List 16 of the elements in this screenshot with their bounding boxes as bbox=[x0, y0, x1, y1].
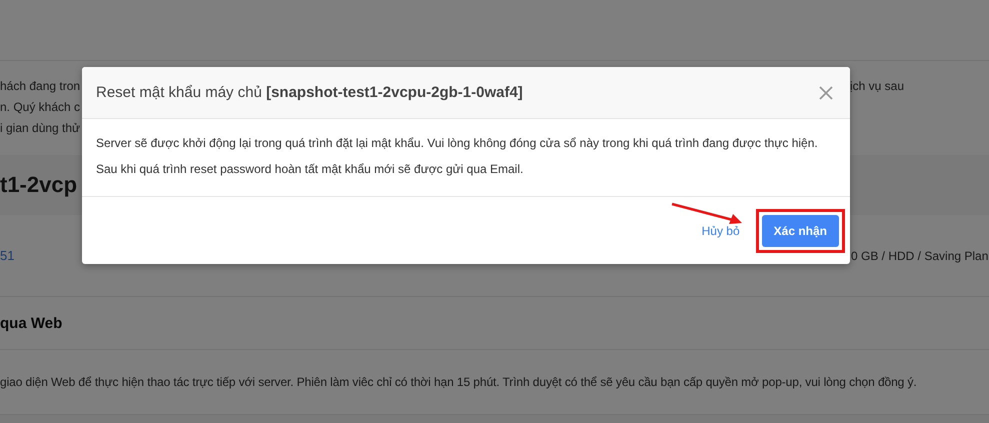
section-text: giao diện Web để thực hiện thao tác trực tiếp với server. Phiên làm viêc chỉ có thời hạn 15 phút. Trình duyệt có thể sẽ yêu cầu bạn cấp quyền mở pop-up, vui lòng chọn đồng ý. bbox=[0, 375, 917, 389]
section-title: qua Web bbox=[0, 314, 62, 332]
close-icon[interactable] bbox=[818, 84, 834, 100]
dialog-message: Server sẽ được khởi động lại trong quá trình đặt lại mật khẩu. Vui lòng không đóng cửa sổ này trong khi quá trình đang được thực hiện. bbox=[96, 135, 819, 152]
dialog-title: Reset mật khẩu máy chủ [snapshot-test1-2vcpu-2gb-1-0waf4] bbox=[96, 84, 523, 101]
server-specs: 0 GB / HDD / Saving Plan bbox=[850, 248, 989, 262]
confirm-button[interactable]: Xác nhận bbox=[762, 214, 839, 246]
cancel-button[interactable]: Hủy bỏ bbox=[702, 224, 740, 238]
notice-text: i gian dùng thử bbox=[0, 120, 82, 137]
notice-text: ịch vụ sau bbox=[850, 78, 906, 95]
server-title: t1-2vcp bbox=[0, 172, 78, 198]
annotation-arrow bbox=[671, 202, 743, 226]
server-link[interactable]: 51 bbox=[0, 248, 82, 263]
dialog-message: Sau khi quá trình reset password hoàn tất mật khẩu mới sẽ được gửi qua Email. bbox=[96, 161, 524, 178]
notice-text: hách đang tron bbox=[0, 78, 82, 95]
notice-text: n. Quý khách c bbox=[0, 99, 82, 116]
